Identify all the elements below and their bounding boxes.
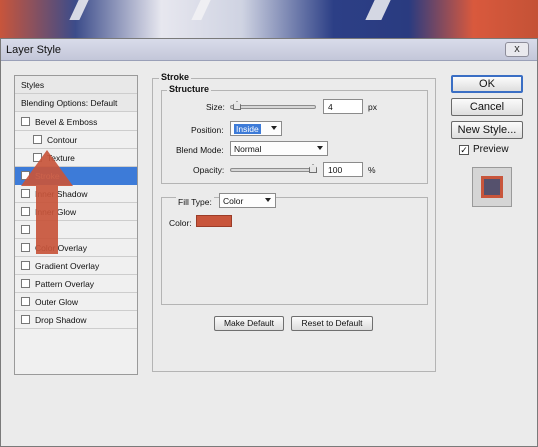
layer-style-dialog: Layer Style x Styles Blending Options: De… bbox=[0, 38, 538, 447]
ok-button[interactable]: OK bbox=[451, 75, 523, 93]
fill-type-label: Fill Type: bbox=[176, 197, 214, 207]
style-checkbox[interactable] bbox=[33, 135, 42, 144]
style-checkbox[interactable] bbox=[21, 261, 30, 270]
reset-to-default-button[interactable]: Reset to Default bbox=[291, 316, 373, 331]
position-value: Inside bbox=[234, 124, 261, 134]
styles-list-item-label: Pattern Overlay bbox=[35, 279, 95, 289]
preview-label: Preview bbox=[473, 144, 509, 155]
photo-detail bbox=[365, 0, 391, 20]
preview-checkbox[interactable]: ✓ bbox=[459, 145, 469, 155]
style-preview-thumbnail bbox=[472, 167, 512, 207]
position-label: Position: bbox=[191, 125, 224, 135]
position-dropdown[interactable]: Inside bbox=[230, 121, 282, 136]
style-checkbox[interactable] bbox=[21, 297, 30, 306]
chevron-down-icon bbox=[271, 126, 277, 130]
styles-list-item-label: Bevel & Emboss bbox=[35, 117, 98, 127]
style-checkbox[interactable] bbox=[21, 279, 30, 288]
size-unit: px bbox=[368, 102, 377, 112]
opacity-label: Opacity: bbox=[193, 165, 225, 175]
styles-list-item-label: Blending Options: Default bbox=[21, 98, 118, 108]
styles-list-item-label: Styles bbox=[21, 80, 45, 90]
dialog-title: Layer Style bbox=[6, 44, 62, 56]
cancel-button[interactable]: Cancel bbox=[451, 98, 523, 116]
color-label: Color: bbox=[169, 218, 192, 228]
close-icon: x bbox=[514, 43, 520, 55]
blend-mode-label: Blend Mode: bbox=[176, 145, 224, 155]
chevron-down-icon bbox=[317, 146, 323, 150]
opacity-slider[interactable] bbox=[230, 164, 317, 173]
chevron-down-icon bbox=[265, 198, 271, 202]
styles-list-item[interactable]: Blending Options: Default bbox=[15, 94, 137, 112]
opacity-unit: % bbox=[368, 165, 376, 175]
stroke-color-swatch[interactable] bbox=[196, 215, 232, 227]
red-arrow-annotation bbox=[21, 150, 73, 254]
styles-list-item[interactable]: Styles bbox=[15, 76, 137, 94]
styles-list-item[interactable]: Contour bbox=[15, 131, 137, 149]
stroke-section-title: Stroke bbox=[159, 72, 192, 82]
photo-detail bbox=[191, 0, 211, 20]
styles-list-item-label: Gradient Overlay bbox=[35, 261, 100, 271]
background-photo bbox=[0, 0, 538, 40]
styles-list-item-label: Contour bbox=[47, 135, 78, 145]
photo-detail bbox=[69, 0, 89, 20]
blend-mode-value: Normal bbox=[234, 144, 262, 154]
style-checkbox[interactable] bbox=[21, 117, 30, 126]
size-label: Size: bbox=[206, 102, 225, 112]
structure-title: Structure bbox=[167, 84, 212, 94]
size-slider[interactable] bbox=[230, 101, 316, 110]
fill-group bbox=[161, 197, 428, 305]
styles-list-item-label: Drop Shadow bbox=[35, 315, 87, 325]
dialog-titlebar[interactable]: Layer Style x bbox=[1, 39, 537, 61]
styles-list-item[interactable]: Bevel & Emboss bbox=[15, 113, 137, 131]
new-style-button[interactable]: New Style... bbox=[451, 121, 523, 139]
styles-list-item-label: Outer Glow bbox=[35, 297, 78, 307]
fill-type-value: Color bbox=[223, 196, 244, 206]
make-default-button[interactable]: Make Default bbox=[214, 316, 284, 331]
styles-list-item[interactable]: Pattern Overlay bbox=[15, 275, 137, 293]
preview-swatch bbox=[481, 176, 503, 198]
close-button[interactable]: x bbox=[505, 42, 529, 57]
styles-list-item[interactable]: Outer Glow bbox=[15, 293, 137, 311]
styles-list-item[interactable]: Drop Shadow bbox=[15, 311, 137, 329]
opacity-field[interactable]: 100 bbox=[323, 162, 363, 177]
blend-mode-dropdown[interactable]: Normal bbox=[230, 141, 328, 156]
style-checkbox[interactable] bbox=[21, 315, 30, 324]
styles-list-item[interactable]: Gradient Overlay bbox=[15, 257, 137, 275]
size-field[interactable]: 4 bbox=[323, 99, 363, 114]
fill-type-dropdown[interactable]: Color bbox=[219, 193, 276, 208]
